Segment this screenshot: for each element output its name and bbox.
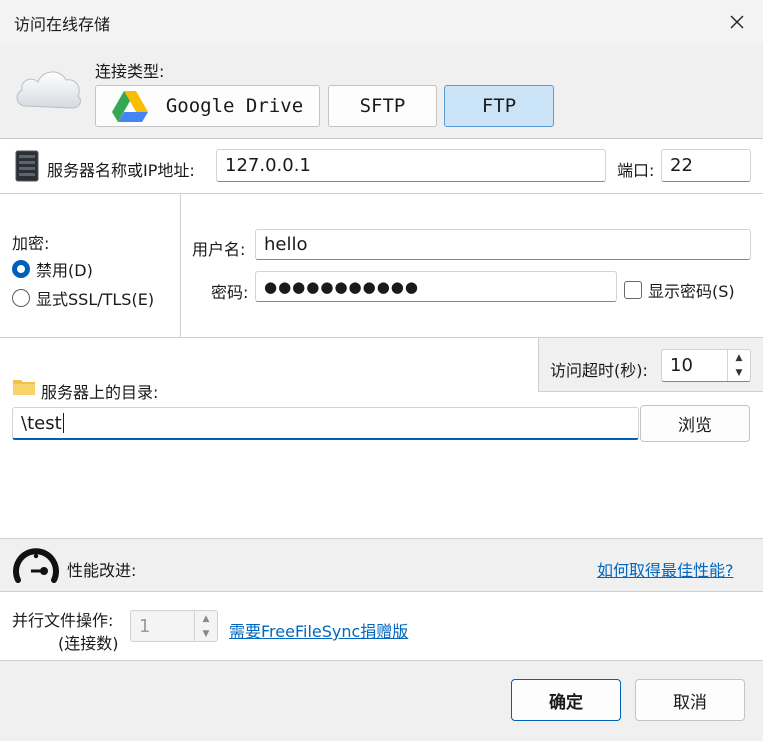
divider: [180, 194, 181, 337]
password-label: 密码:: [211, 283, 249, 302]
username-label: 用户名:: [192, 240, 246, 259]
port-label: 端口:: [617, 161, 655, 180]
ftp-label: FTP: [481, 95, 517, 117]
ok-label: 确定: [549, 692, 583, 713]
encryption-option-disabled[interactable]: 禁用(D): [12, 257, 93, 281]
directory-value: \test: [21, 412, 62, 434]
folder-icon: [12, 377, 36, 397]
timeout-label: 访问超时(秒):: [550, 361, 648, 380]
window-title: 访问在线存储: [14, 15, 111, 34]
server-icon: [14, 150, 40, 182]
timeout-value: 10: [670, 355, 693, 376]
parallel-ops-sublabel: (连接数): [58, 634, 119, 653]
server-input[interactable]: 127.0.0.1: [216, 149, 606, 182]
text-cursor: [62, 413, 64, 433]
title-bar: [0, 0, 763, 44]
spin-up-icon[interactable]: ▲: [728, 350, 750, 366]
speedometer-icon: [11, 544, 61, 586]
show-password-label: 显示密码(S): [648, 282, 735, 301]
radio-unselected[interactable]: [12, 289, 30, 307]
cloud-icon: [12, 62, 84, 114]
google-drive-button[interactable]: Google Drive: [95, 85, 320, 127]
checkbox-box[interactable]: [624, 281, 642, 299]
radio-selected[interactable]: [12, 260, 30, 278]
divider: [0, 193, 763, 194]
directory-label: 服务器上的目录:: [41, 383, 159, 402]
parallel-ops-label: 并行文件操作:: [12, 611, 114, 630]
password-value: ●●●●●●●●●●●: [264, 277, 419, 296]
cancel-button[interactable]: 取消: [635, 679, 745, 721]
performance-help-link[interactable]: 如何取得最佳性能?: [597, 557, 734, 581]
encryption-option-explicit-tls[interactable]: 显式SSL/TLS(E): [12, 286, 154, 310]
server-label: 服务器名称或IP地址:: [47, 161, 195, 180]
parallel-ops-input: 1 ▲ ▼: [130, 610, 218, 642]
encryption-option-label: 禁用(D): [36, 261, 93, 280]
parallel-ops-value: 1: [139, 615, 151, 637]
spin-down-icon: ▼: [202, 628, 210, 639]
timeout-input[interactable]: 10 ▲ ▼: [661, 349, 751, 382]
spin-down-icon[interactable]: ▼: [728, 366, 750, 382]
close-icon: [730, 15, 744, 29]
timeout-spinner[interactable]: ▲ ▼: [727, 350, 750, 381]
encryption-label: 加密:: [12, 234, 50, 253]
username-value: hello: [264, 234, 308, 255]
spin-up-icon: ▲: [202, 613, 210, 624]
password-input[interactable]: ●●●●●●●●●●●: [255, 271, 617, 302]
connection-type-label: 连接类型:: [95, 62, 165, 81]
donation-link[interactable]: 需要FreeFileSync捐赠版: [229, 618, 408, 642]
close-button[interactable]: [722, 8, 752, 36]
browse-label: 浏览: [678, 416, 712, 436]
cancel-label: 取消: [673, 692, 707, 713]
ftp-button[interactable]: FTP: [444, 85, 554, 127]
directory-input[interactable]: \test: [12, 407, 639, 440]
ok-button[interactable]: 确定: [511, 679, 621, 721]
show-password-checkbox[interactable]: 显示密码(S): [624, 278, 735, 302]
performance-label: 性能改进:: [67, 561, 137, 580]
parallel-ops-spinner: ▲ ▼: [194, 611, 217, 641]
server-value: 127.0.0.1: [225, 155, 311, 176]
username-input[interactable]: hello: [255, 229, 751, 260]
google-drive-label: Google Drive: [165, 95, 304, 117]
browse-button[interactable]: 浏览: [640, 405, 750, 442]
sftp-label: SFTP: [359, 95, 406, 117]
port-value: 22: [670, 155, 693, 176]
sftp-button[interactable]: SFTP: [328, 85, 437, 127]
encryption-option-label: 显式SSL/TLS(E): [36, 290, 155, 309]
google-drive-icon: [111, 91, 148, 122]
port-input[interactable]: 22: [661, 149, 751, 182]
